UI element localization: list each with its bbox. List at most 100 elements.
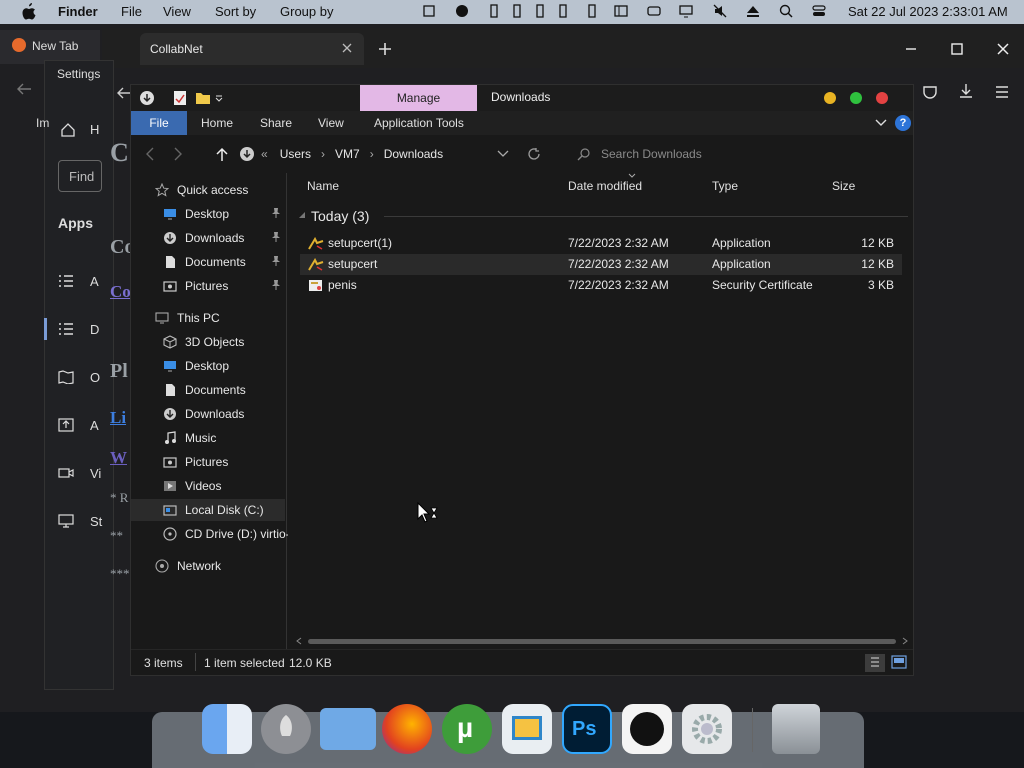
minimize-icon[interactable] [904,42,918,56]
pocket-icon[interactable] [922,84,938,100]
control-center-icon[interactable] [812,4,826,18]
new-tab-icon[interactable] [378,42,392,56]
monitor-icon[interactable] [58,514,74,528]
nav-network[interactable]: Network [155,555,285,577]
new-folder-icon[interactable] [195,90,211,106]
group-header-today[interactable]: Today (3) [311,208,369,224]
app-window-icon[interactable] [502,704,552,754]
back-arrow-icon[interactable] [16,82,32,96]
home-icon[interactable] [60,122,76,138]
scrollbar-thumb[interactable] [308,639,896,644]
tab-home[interactable]: Home [201,116,233,130]
video-icon[interactable] [58,466,74,480]
map-icon[interactable] [58,370,74,384]
minimize-button[interactable] [824,92,836,104]
nav-pc-local-disk-c[interactable]: Local Disk (C:) [131,499,285,521]
nav-pc-documents[interactable]: Documents [163,379,285,401]
edge-tab[interactable]: CollabNet [140,33,364,65]
apple-icon[interactable] [22,3,36,20]
table-row[interactable]: setupcert 7/22/2023 2:32 AM Application 12 … [300,254,902,275]
finder-icon[interactable] [202,704,252,754]
pin-icon[interactable] [271,231,281,243]
menubar-clock[interactable]: Sat 22 Jul 2023 2:33:01 AM [848,4,1008,19]
download-circle-icon[interactable] [139,90,155,106]
upload-icon[interactable] [58,418,74,432]
mute-icon[interactable] [713,4,727,18]
table-row[interactable]: penis 7/22/2023 2:32 AM Security Certifica… [300,275,902,296]
search-input[interactable]: Search Downloads [569,143,899,165]
launchpad-icon[interactable] [261,704,311,754]
menu-file[interactable]: File [121,4,142,19]
nav-quick-desktop[interactable]: Desktop [163,203,285,225]
nav-pc-music[interactable]: Music [163,427,285,449]
help-icon[interactable]: ? [895,115,911,131]
breadcrumb-overflow[interactable]: « [261,147,268,161]
menubar-app-name[interactable]: Finder [58,4,98,19]
menu-view[interactable]: View [163,4,191,19]
phone-icon[interactable] [533,4,547,18]
nav-pc-cd-drive-d-virtio[interactable]: CD Drive (D:) virtio- [163,523,290,545]
chevron-down-icon[interactable] [875,118,887,128]
tab-application-tools[interactable]: Application Tools [374,116,464,130]
column-type[interactable]: Type [712,179,738,193]
search-icon[interactable] [779,4,793,18]
list-icon[interactable] [58,274,74,288]
refresh-icon[interactable] [527,147,541,161]
manage-tab[interactable]: Manage [360,85,477,111]
nav-pc-pictures[interactable]: Pictures [163,451,285,473]
table-row[interactable]: setupcert(1) 7/22/2023 2:32 AM Application… [300,233,902,254]
pin-icon[interactable] [271,255,281,267]
apple-dock-icon[interactable] [622,704,672,754]
maximize-icon[interactable] [950,42,964,56]
phone-icon[interactable] [556,4,570,18]
bg-link-fragment[interactable]: W [110,448,127,468]
list-icon[interactable] [58,322,74,336]
battery-icon[interactable] [647,4,661,18]
nav-pc-desktop[interactable]: Desktop [163,355,285,377]
scroll-right-icon[interactable] [902,637,908,645]
layers-icon[interactable] [422,4,436,18]
download-icon[interactable] [958,83,974,99]
display-icon[interactable] [679,4,693,18]
menu-group-by[interactable]: Group by [280,4,333,19]
utorrent-icon[interactable]: µ [442,704,492,754]
menu-icon[interactable] [994,84,1010,100]
photoshop-icon[interactable]: Ps [562,704,612,754]
tab-view[interactable]: View [318,116,344,130]
nav-quick-access[interactable]: Quick access [155,179,285,201]
close-window-icon[interactable] [996,42,1010,56]
bg-link-fragment[interactable]: Co [110,282,131,302]
menu-sort-by[interactable]: Sort by [215,4,256,19]
system-preferences-icon[interactable] [682,704,732,754]
pin-icon[interactable] [271,207,281,219]
firefox-dock-icon[interactable] [382,704,432,754]
nav-quick-downloads[interactable]: Downloads [163,227,285,249]
large-icons-view-icon[interactable] [891,654,907,670]
address-dropdown-icon[interactable] [497,150,509,158]
nav-quick-pictures[interactable]: Pictures [163,275,285,297]
bg-link-fragment[interactable]: Li [110,408,126,428]
nav-this-pc[interactable]: This PC [155,307,285,329]
eject-icon[interactable] [746,4,760,18]
nav-pc-downloads[interactable]: Downloads [163,403,285,425]
nav-pc-videos[interactable]: Videos [163,475,285,497]
column-name[interactable]: Name [307,179,339,193]
tab-share[interactable]: Share [260,116,292,130]
pin-icon[interactable] [271,279,281,291]
details-view-icon[interactable] [865,654,885,672]
find-input[interactable]: Find [58,160,102,192]
maximize-button[interactable] [850,92,862,104]
folder-icon[interactable] [320,708,376,750]
nav-pc-3d-objects[interactable]: 3D Objects [163,331,285,353]
phone-icon[interactable] [487,4,501,18]
tab-file[interactable]: File [131,111,187,135]
browser-tab[interactable]: New Tab [0,30,100,64]
nav-quick-documents[interactable]: Documents [163,251,285,273]
breadcrumb-downloads[interactable]: Downloads [384,147,443,161]
quick-access-dropdown-icon[interactable] [215,94,223,102]
phone-icon[interactable] [585,4,599,18]
breadcrumb-vm7[interactable]: VM7 [335,147,360,161]
column-date-modified[interactable]: Date modified [568,179,642,193]
trash-icon[interactable] [772,704,820,754]
collapse-group-icon[interactable] [298,211,306,219]
